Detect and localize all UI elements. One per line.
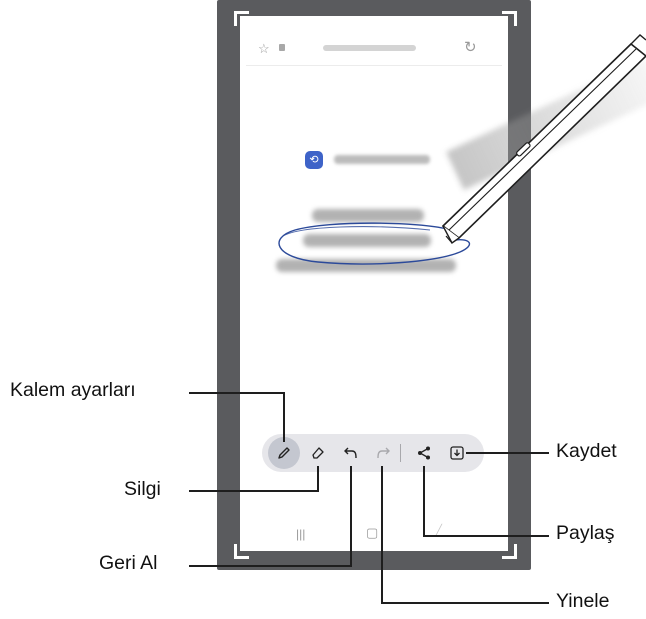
pen-icon xyxy=(278,447,290,459)
recent-apps-icon[interactable]: ||| xyxy=(296,527,305,541)
callout-line-save xyxy=(466,452,549,454)
s-pen-drawing xyxy=(278,34,646,265)
callout-line-redo-v xyxy=(381,466,383,604)
download-icon xyxy=(450,446,464,460)
callout-line-eraser xyxy=(189,490,319,492)
eraser-icon xyxy=(312,447,324,459)
home-icon[interactable]: ▢ xyxy=(366,525,378,541)
callout-line-share-v xyxy=(423,466,425,537)
callout-line-undo-v xyxy=(350,466,352,567)
redo-icon xyxy=(377,447,390,459)
undo-button[interactable] xyxy=(335,437,367,469)
redo-button[interactable] xyxy=(367,437,399,469)
callout-line-share xyxy=(423,535,549,537)
callout-line-eraser-v xyxy=(317,466,319,492)
callout-line-pen-settings-v xyxy=(283,392,285,442)
callout-line-pen-settings xyxy=(189,392,285,394)
share-button[interactable] xyxy=(408,437,440,469)
callout-label-eraser: Silgi xyxy=(124,478,161,500)
callout-label-undo: Geri Al xyxy=(99,552,158,574)
callout-label-pen-settings: Kalem ayarları xyxy=(10,379,136,401)
undo-icon xyxy=(344,447,357,459)
callout-label-share: Paylaş xyxy=(556,522,615,544)
callout-label-save: Kaydet xyxy=(556,440,617,462)
callout-line-undo xyxy=(189,565,352,567)
callout-line-redo xyxy=(381,602,549,604)
callout-label-redo: Yinele xyxy=(556,590,610,612)
eraser-button[interactable] xyxy=(302,437,334,469)
toolbar-divider xyxy=(400,444,401,462)
share-icon xyxy=(418,446,430,460)
s-pen xyxy=(441,34,646,245)
